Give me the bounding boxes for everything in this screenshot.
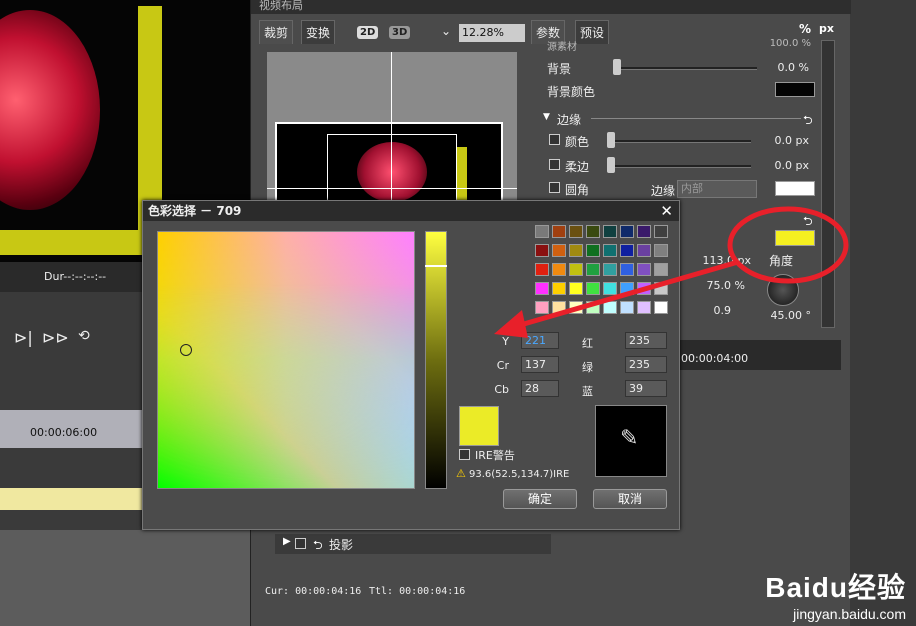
preview-rose [357, 142, 427, 202]
color-gradient-area[interactable] [157, 231, 415, 489]
eyedropper-panel[interactable]: ✎ [595, 405, 667, 477]
tab-crop[interactable]: 裁剪 [259, 20, 294, 44]
edge-color-label: 颜色 [565, 135, 590, 149]
soft-edge-label: 柔边 [565, 160, 590, 174]
bg-color-label: 背景颜色 [547, 85, 596, 99]
warning-icon: ⚠ [456, 467, 466, 480]
ire-warning-checkbox[interactable] [459, 449, 470, 460]
watermark: Baidu经验 jingyan.baidu.com [765, 566, 906, 622]
ttl-time: Ttl: 00:00:04:16 [369, 586, 466, 597]
field-cb-input[interactable]: 28 [521, 380, 559, 397]
bg-label: 背景 [547, 62, 572, 76]
edge-color-checkbox[interactable] [549, 134, 560, 145]
edge-section-title: 边缘 [557, 113, 582, 127]
layout-dialog-title: 视频布局 [251, 0, 851, 14]
shadow-row[interactable]: ▶ ⮌ 投影 [275, 534, 551, 554]
mode-3d-button[interactable]: 3D [389, 26, 411, 39]
dur-label: Dur--:--:--:-- [44, 270, 107, 283]
luminance-slider[interactable] [425, 231, 447, 489]
cur-time: Cur: 00:00:04:16 [265, 586, 362, 597]
round-checkbox[interactable] [549, 182, 560, 193]
red-arrow-line [509, 259, 739, 331]
edge-select-label: 边缘 [651, 184, 676, 198]
field-cb-label: Cb [494, 383, 509, 396]
shadow-checkbox[interactable] [295, 538, 306, 549]
mode-2d-button[interactable]: 2D [357, 26, 379, 39]
rose-image [0, 10, 100, 210]
bg-color-swatch[interactable] [775, 82, 815, 97]
loop-icon[interactable]: ⟲ [78, 328, 90, 344]
reset-icon[interactable]: ⮌ [803, 111, 813, 132]
cancel-button[interactable]: 取消 [593, 489, 667, 509]
center-guide-h [267, 188, 517, 189]
play-forward-icon[interactable]: ⊳| [14, 328, 33, 347]
field-green-input[interactable]: 235 [625, 356, 667, 373]
soft-edge-checkbox[interactable] [549, 159, 560, 170]
tab-presets[interactable]: 预设 [575, 20, 610, 44]
field-cr-label: Cr [496, 359, 509, 372]
ire-value: 93.6(52.5,134.7)IRE [469, 469, 570, 480]
edge-color-slider[interactable] [607, 140, 751, 143]
bg-slider[interactable] [613, 67, 757, 70]
fast-forward-icon[interactable]: ⊳⊳ [42, 328, 69, 347]
edge-color-swatch[interactable] [775, 181, 815, 196]
edge-color-value[interactable]: 0.0 px [751, 134, 809, 147]
field-blue-input[interactable]: 39 [625, 380, 667, 397]
red-arrow-head [494, 310, 528, 338]
timeline-tracks [0, 530, 250, 626]
zoom-chevron-icon[interactable]: ⌄ [441, 24, 451, 38]
bg-value[interactable]: 0.0 % [751, 61, 809, 74]
soft-edge-thumb[interactable] [607, 157, 615, 173]
edge-color-thumb[interactable] [607, 132, 615, 148]
timecode-left: 00:00:06:00 [30, 426, 98, 439]
yellow-border-bottom [0, 230, 138, 255]
timecode-right: 00:00:04:00 [681, 352, 749, 365]
selected-color-preview [459, 406, 499, 446]
crosshair-icon[interactable] [180, 344, 192, 356]
round-label: 圆角 [565, 183, 590, 197]
unit-px[interactable]: px [819, 22, 834, 35]
soft-edge-value[interactable]: 0.0 px [751, 159, 809, 172]
section-divider [591, 118, 801, 119]
eyedropper-icon[interactable]: ✎ [620, 426, 638, 451]
watermark-brand: Baidu经验 [765, 572, 906, 603]
clip-track[interactable] [0, 488, 142, 510]
zoom-select[interactable]: 12.28% [459, 24, 525, 42]
collapse-triangle-icon[interactable]: ▼ [543, 112, 550, 122]
field-cr-input[interactable]: 137 [521, 356, 559, 373]
luminance-marker[interactable] [425, 265, 447, 267]
shadow-label: 投影 [329, 538, 354, 552]
unit-percent[interactable]: % [799, 22, 811, 36]
soft-edge-slider[interactable] [607, 165, 751, 168]
tab-transform[interactable]: 变换 [301, 20, 336, 44]
row-source-label: 源素材 [547, 42, 577, 53]
ok-button[interactable]: 确定 [503, 489, 577, 509]
field-green-label: 绿 [582, 361, 593, 374]
red-circle-annotation [727, 206, 849, 284]
row-source-value: 100.0 % [769, 38, 811, 49]
red-annotation [494, 206, 849, 338]
bg-slider-thumb[interactable] [613, 59, 621, 75]
field-blue-label: 蓝 [582, 385, 593, 398]
reset-icon-3[interactable]: ⮌ [313, 536, 323, 557]
edge-select[interactable]: 内部 [677, 180, 757, 198]
ire-warning-label: IRE警告 [475, 449, 515, 462]
watermark-url: jingyan.baidu.com [793, 606, 906, 622]
expand-icon[interactable]: ▶ [283, 536, 291, 547]
